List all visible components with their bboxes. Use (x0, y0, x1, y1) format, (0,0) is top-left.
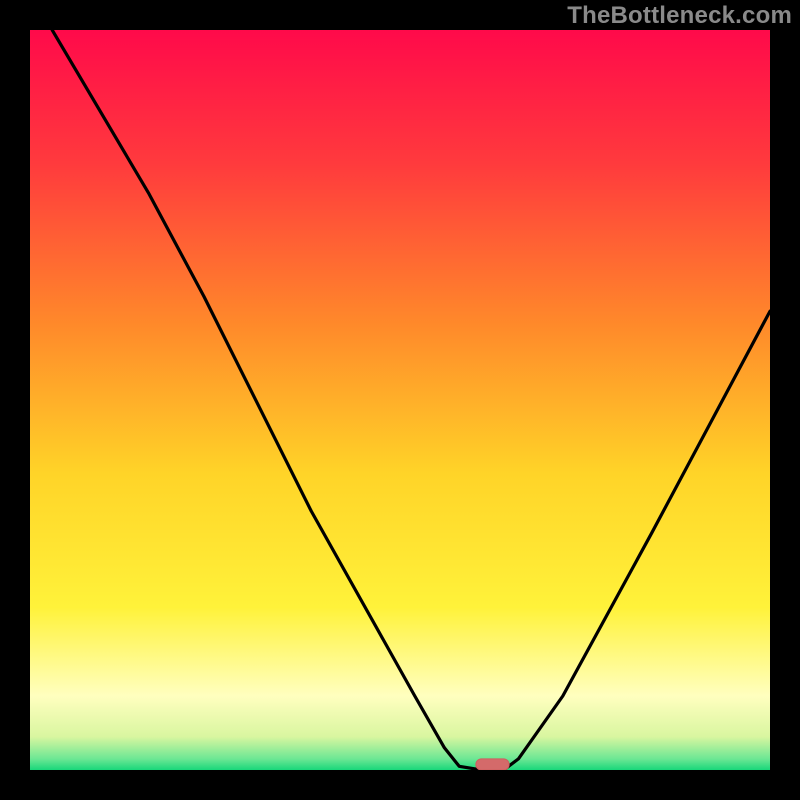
chart-background (30, 30, 770, 770)
chart-svg (30, 30, 770, 770)
optimum-marker (476, 759, 509, 770)
chart-container: TheBottleneck.com (0, 0, 800, 800)
watermark-text: TheBottleneck.com (567, 2, 792, 30)
plot-area (30, 30, 770, 770)
